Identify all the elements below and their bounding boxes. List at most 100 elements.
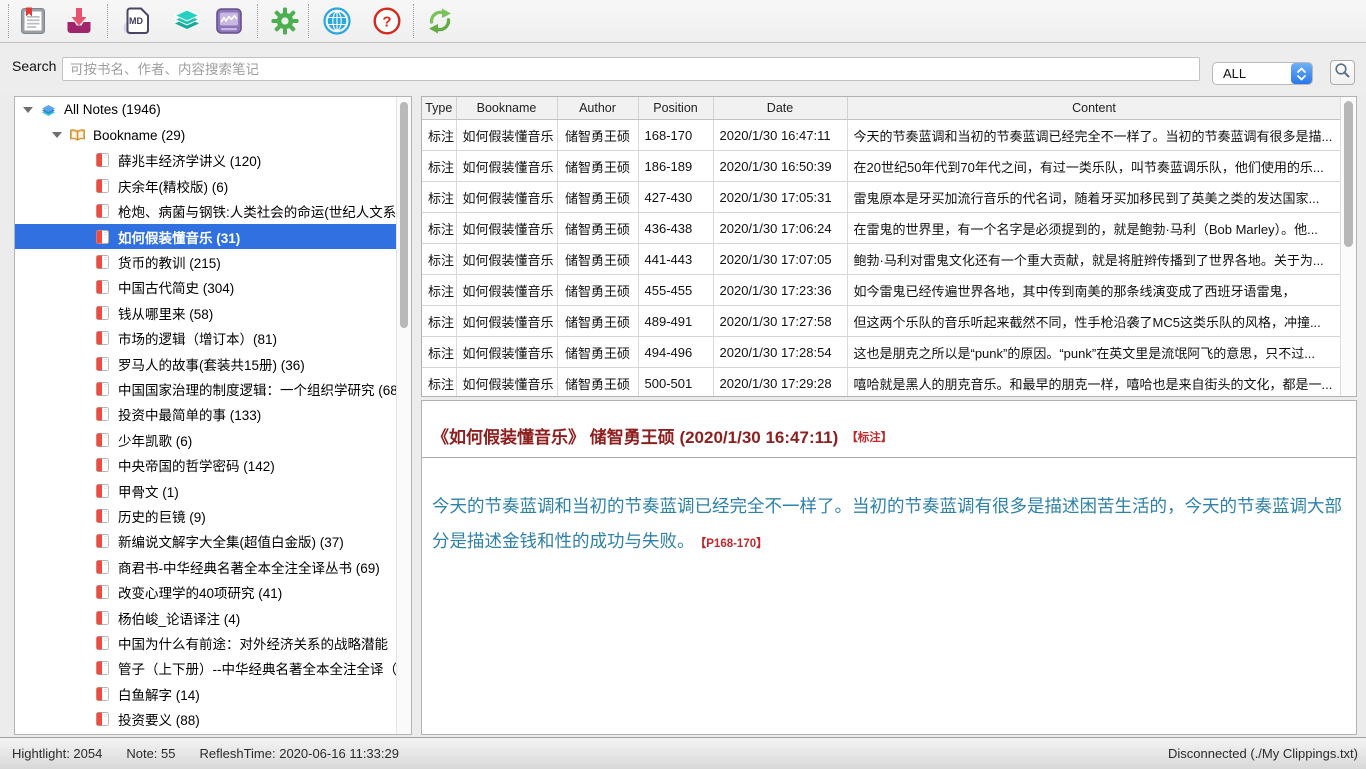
cell-content: 在20世纪50年代到70年代之间，有过一类乐队，叫节奏蓝调乐队，他们使用的乐..… [847, 151, 1341, 182]
cell-type: 标注 [422, 151, 456, 182]
sidebar-book-label: 中国为什么有前途：对外经济关系的战略潜能（... [118, 633, 411, 653]
column-header-bookname[interactable]: Bookname [456, 97, 557, 120]
note-row[interactable]: 标注 如何假装懂音乐 储智勇王硕 494-496 2020/1/30 17:28… [422, 337, 1341, 368]
cell-content: 在雷鬼的世界里，有一个名字是必须提到的，就是鲍勃·马利（Bob Marley）。… [847, 213, 1341, 244]
cell-date: 2020/1/30 17:05:31 [713, 182, 847, 213]
sidebar-book-item[interactable]: 投资要义 (88) [15, 706, 411, 731]
sidebar-book-item[interactable]: 管子（上下册）--中华经典名著全本全注全译（... [15, 656, 411, 681]
cell-date: 2020/1/30 16:47:11 [713, 120, 847, 151]
note-row[interactable]: 标注 如何假装懂音乐 储智勇王硕 455-455 2020/1/30 17:23… [422, 275, 1341, 306]
disclosure-triangle-icon[interactable] [23, 107, 33, 113]
search-button[interactable] [1330, 60, 1355, 85]
sidebar-book-item[interactable]: 杨伯峻_论语译注 (4) [15, 605, 411, 630]
note-row[interactable]: 标注 如何假装懂音乐 储智勇王硕 186-189 2020/1/30 16:50… [422, 151, 1341, 182]
settings-gear-icon[interactable] [270, 6, 300, 36]
note-row[interactable]: 标注 如何假装懂音乐 储智勇王硕 436-438 2020/1/30 17:06… [422, 213, 1341, 244]
cell-author: 储智勇王硕 [557, 182, 638, 213]
note-row[interactable]: 标注 如何假装懂音乐 储智勇王硕 441-443 2020/1/30 17:07… [422, 244, 1341, 275]
note-detail-panel: 《如何假装懂音乐》 储智勇王硕 (2020/1/30 16:47:11)【标注】… [421, 400, 1357, 735]
sidebar-book-item[interactable]: 钱从哪里来 (58) [15, 300, 411, 325]
sidebar-book-item[interactable]: 白鱼解字 (14) [15, 681, 411, 706]
sidebar-book-item[interactable]: 货币的教训 (215) [15, 249, 411, 274]
tree-scrollbar-thumb[interactable] [400, 102, 408, 328]
note-row[interactable]: 标注 如何假装懂音乐 储智勇王硕 427-430 2020/1/30 17:05… [422, 182, 1341, 213]
help-question-icon[interactable]: ? [372, 6, 402, 36]
sidebar-book-item[interactable]: 苏世民:我的经验与教训（2018读桥水达利欧的... [15, 732, 411, 735]
sidebar-book-item[interactable]: 中央帝国的哲学密码 (142) [15, 452, 411, 477]
refresh-sync-icon[interactable] [425, 6, 455, 36]
detail-divider [422, 457, 1356, 458]
sidebar-book-item[interactable]: 市场的逻辑（增订本）(81) [15, 326, 411, 351]
sidebar-book-item[interactable]: 甲骨文 (1) [15, 478, 411, 503]
notes-table-panel: Type Bookname Author Position Date Conte… [421, 96, 1357, 397]
column-header-type[interactable]: Type [422, 97, 456, 120]
note-row[interactable]: 标注 如何假装懂音乐 储智勇王硕 168-170 2020/1/30 16:47… [422, 120, 1341, 151]
sidebar-book-item[interactable]: 新编说文解字大全集(超值白金版) (37) [15, 529, 411, 554]
cell-bookname: 如何假装懂音乐 [456, 244, 557, 275]
sidebar-tree-panel: All Notes (1946) Bookname (29) 薛兆丰经济学讲义 … [14, 96, 412, 735]
note-row[interactable]: 标注 如何假装懂音乐 储智勇王硕 489-491 2020/1/30 17:27… [422, 306, 1341, 337]
red-book-icon [94, 279, 111, 295]
sidebar-book-label: 甲骨文 (1) [118, 481, 179, 501]
cell-content: 嘻哈就是黑人的朋克音乐。和最早的朋克一样，嘻哈也是来自街头的文化，都是一... [847, 368, 1341, 398]
red-book-icon [94, 203, 111, 219]
column-header-content[interactable]: Content [847, 97, 1341, 120]
sidebar-book-item[interactable]: 少年凯歌 (6) [15, 427, 411, 452]
sidebar-book-label: 改变心理学的40项研究 (41) [118, 582, 282, 602]
column-header-author[interactable]: Author [557, 97, 638, 120]
detail-title: 《如何假装懂音乐》 储智勇王硕 (2020/1/30 16:47:11)【标注】 [432, 423, 892, 448]
stats-chart-icon[interactable] [214, 6, 244, 36]
sidebar-book-item[interactable]: 中国国家治理的制度逻辑：一个组织学研究 (68) [15, 376, 411, 401]
sidebar-book-item[interactable]: 投资中最简单的事 (133) [15, 402, 411, 427]
sidebar-book-item[interactable]: 历史的巨镜 (9) [15, 503, 411, 528]
filter-dropdown[interactable]: ALL [1212, 62, 1313, 85]
cell-author: 储智勇王硕 [557, 306, 638, 337]
notes-document-icon[interactable] [18, 6, 48, 36]
sidebar-book-label: 商君书-中华经典名著全本全注全译丛书 (69) [118, 557, 380, 577]
sidebar-book-item[interactable]: 中国为什么有前途：对外经济关系的战略潜能（... [15, 630, 411, 655]
red-book-icon [94, 610, 111, 626]
toolbar: MD [0, 0, 1366, 43]
red-book-icon [94, 711, 111, 727]
note-row[interactable]: 标注 如何假装懂音乐 储智勇王硕 500-501 2020/1/30 17:29… [422, 368, 1341, 398]
red-book-icon [94, 686, 111, 702]
cell-date: 2020/1/30 17:06:24 [713, 213, 847, 244]
cell-author: 储智勇王硕 [557, 368, 638, 398]
sidebar-book-item[interactable]: 罗马人的故事(套装共15册) (36) [15, 351, 411, 376]
sidebar-book-item[interactable]: 如何假装懂音乐 (31) [15, 224, 411, 249]
sidebar-item-all-notes[interactable]: All Notes (1946) [15, 97, 411, 122]
cell-date: 2020/1/30 17:27:58 [713, 306, 847, 337]
detail-body-text: 今天的节奏蓝调和当初的节奏蓝调已经完全不一样了。当初的节奏蓝调有很多是描述困苦生… [432, 496, 1342, 551]
cell-content: 这也是朋克之所以是“punk”的原因。“punk”在英文里是流氓阿飞的意思，只不… [847, 337, 1341, 368]
sidebar-book-item[interactable]: 改变心理学的40项研究 (41) [15, 579, 411, 604]
sidebar-book-item[interactable]: 中国古代简史 (304) [15, 275, 411, 300]
column-header-date[interactable]: Date [713, 97, 847, 120]
sidebar-book-item[interactable]: 商君书-中华经典名著全本全注全译丛书 (69) [15, 554, 411, 579]
note-count: Note: 55 [126, 746, 175, 761]
cell-date: 2020/1/30 17:23:36 [713, 275, 847, 306]
cell-type: 标注 [422, 275, 456, 306]
status-left: Hightlight: 2054 Note: 55 RefleshTime: 2… [0, 746, 399, 761]
sidebar-book-label: 枪炮、病菌与钢铁:人类社会的命运(世纪人文系... [118, 201, 408, 221]
sidebar-book-item[interactable]: 薛兆丰经济学讲义 (120) [15, 148, 411, 173]
web-globe-icon[interactable] [322, 6, 352, 36]
markdown-export-icon[interactable]: MD [122, 6, 152, 36]
red-book-icon [94, 533, 111, 549]
table-scrollbar-thumb[interactable] [1344, 101, 1353, 247]
sidebar-book-label: 薛兆丰经济学讲义 (120) [118, 150, 261, 170]
cell-position: 441-443 [638, 244, 713, 275]
red-book-icon [94, 660, 111, 676]
disclosure-triangle-icon[interactable] [52, 132, 62, 138]
sidebar-book-item[interactable]: 庆余年(精校版) (6) [15, 173, 411, 198]
tree-scrollbar[interactable] [396, 97, 411, 734]
toolbar-separator [413, 4, 414, 38]
search-input[interactable] [62, 57, 1200, 81]
svg-text:MD: MD [129, 16, 143, 26]
table-scrollbar[interactable] [1340, 97, 1356, 396]
sidebar-book-label: 如何假装懂音乐 (31) [118, 227, 240, 247]
sidebar-book-item[interactable]: 枪炮、病菌与钢铁:人类社会的命运(世纪人文系... [15, 199, 411, 224]
layers-export-icon[interactable] [172, 6, 202, 36]
column-header-position[interactable]: Position [638, 97, 713, 120]
import-clippings-icon[interactable] [64, 6, 94, 36]
sidebar-item-bookname[interactable]: Bookname (29) [15, 122, 411, 147]
